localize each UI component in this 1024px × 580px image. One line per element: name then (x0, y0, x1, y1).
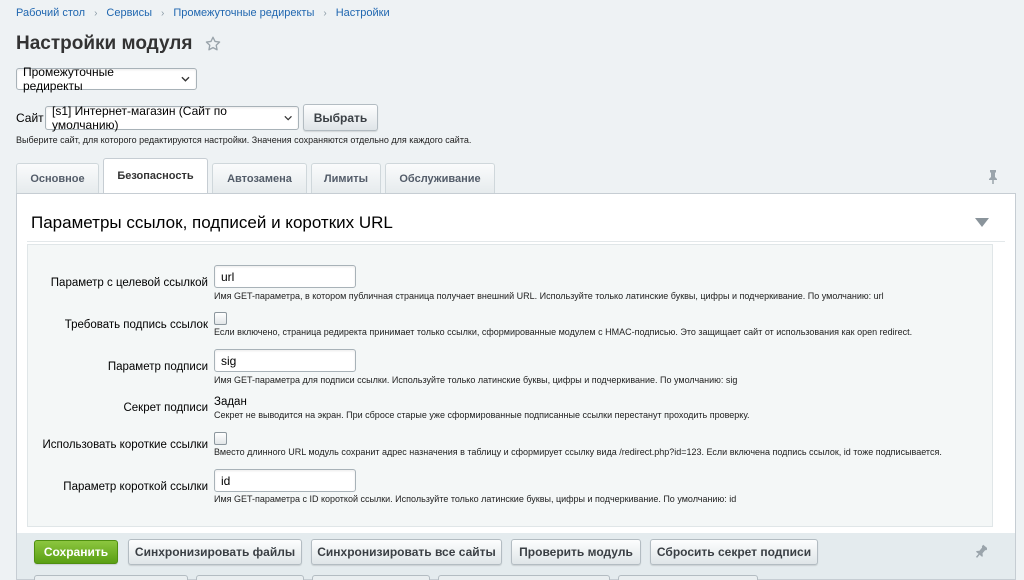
check-module-button[interactable]: Проверить модуль (511, 539, 641, 565)
triangle-down-icon[interactable] (975, 218, 989, 227)
chevron-down-icon (284, 115, 292, 121)
field-label-short-links: Использовать короткие ссылки (42, 439, 208, 451)
field-label-signature-secret: Секрет подписи (123, 402, 208, 414)
pin-icon[interactable] (975, 544, 987, 560)
partial-button (618, 575, 758, 580)
breadcrumb-item-services[interactable]: Сервисы (106, 7, 152, 19)
tab-main[interactable]: Основное (16, 163, 99, 193)
signature-param-value: sig (221, 353, 237, 368)
choose-site-button[interactable]: Выбрать (303, 104, 378, 131)
field-label-target-param: Параметр с целевой ссылкой (50, 277, 208, 289)
short-link-param-value: id (221, 473, 231, 488)
field-label-short-link-param: Параметр короткой ссылки (63, 481, 208, 493)
breadcrumb-separator: › (323, 7, 327, 19)
site-select[interactable]: [s1] Интернет-магазин (Сайт по умолчанию… (45, 104, 299, 132)
section-title: Параметры ссылок, подписей и коротких UR… (31, 213, 393, 232)
field-description: Если включено, страница редиректа приним… (214, 327, 913, 337)
partial-button (196, 575, 304, 580)
partial-button (438, 575, 610, 580)
field-label-require-signature: Требовать подпись ссылок (64, 319, 208, 331)
field-description: Вместо длинного URL модуль сохранит адре… (214, 447, 942, 457)
breadcrumb-item-settings[interactable]: Настройки (336, 7, 390, 19)
breadcrumb-item-desktop[interactable]: Рабочий стол (16, 7, 85, 19)
target-param-value: url (221, 269, 235, 284)
save-button[interactable]: Сохранить (34, 540, 118, 564)
short-links-checkbox[interactable] (214, 432, 227, 445)
sync-all-sites-button[interactable]: Синхронизировать все сайты (311, 539, 502, 565)
field-description: Секрет не выводится на экран. При сбросе… (214, 410, 750, 420)
module-select-value: Промежуточные редиректы (23, 65, 114, 93)
tab-maintenance[interactable]: Обслуживание (385, 163, 495, 193)
signature-param-input[interactable]: sig (214, 349, 356, 372)
field-description: Имя GET-параметра с ID короткой ссылки. … (214, 494, 737, 504)
field-description: Имя GET-параметра для подписи ссылки. Ис… (214, 375, 738, 385)
site-label: Сайт (16, 111, 44, 125)
partial-button (34, 575, 188, 580)
tab-autoreplace[interactable]: Автозамена (212, 163, 307, 193)
reset-secret-button[interactable]: Сбросить секрет подписи (650, 539, 818, 565)
site-hint: Выберите сайт, для которого редактируютс… (16, 135, 472, 145)
short-link-param-input[interactable]: id (214, 469, 356, 492)
page-title: Настройки модуля (16, 33, 193, 54)
signature-secret-status: Задан (214, 396, 247, 408)
field-description: Имя GET-параметра, в котором публичная с… (214, 291, 884, 301)
section-divider (27, 241, 1005, 242)
breadcrumb-item-redirects[interactable]: Промежуточные редиректы (173, 7, 314, 19)
settings-panel: Параметры ссылок, подписей и коротких UR… (16, 193, 1016, 533)
sync-files-button[interactable]: Синхронизировать файлы (128, 539, 302, 565)
target-param-input[interactable]: url (214, 265, 356, 288)
partial-button (312, 575, 430, 580)
star-icon[interactable] (204, 35, 222, 53)
breadcrumb-separator: › (94, 7, 98, 19)
require-signature-checkbox[interactable] (214, 312, 227, 325)
field-label-signature-param: Параметр подписи (107, 361, 208, 373)
tab-security[interactable]: Безопасность (103, 158, 208, 193)
module-select[interactable]: Промежуточные редиректы (16, 65, 197, 93)
form-area: Параметр с целевой ссылкой url Имя GET-п… (27, 244, 993, 527)
tab-limits[interactable]: Лимиты (311, 163, 381, 193)
site-select-value: [s1] Интернет-магазин (Сайт по умолчанию… (52, 104, 227, 132)
chevron-down-icon (181, 76, 190, 82)
pin-icon[interactable] (987, 169, 999, 185)
breadcrumb: Рабочий стол › Сервисы › Промежуточные р… (16, 7, 390, 19)
breadcrumb-separator: › (160, 7, 165, 19)
page-title-row: Настройки модуля (16, 33, 222, 55)
tab-bar: Основное Безопасность Автозамена Лимиты … (16, 158, 499, 193)
